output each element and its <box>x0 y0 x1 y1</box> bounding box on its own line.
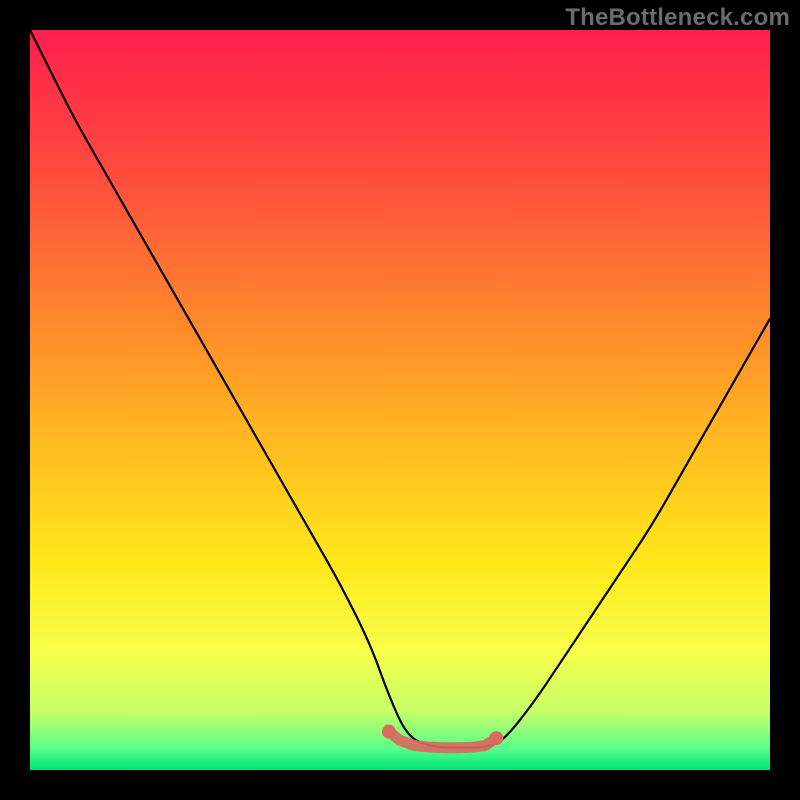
chart-svg <box>30 30 770 770</box>
plot-area <box>30 30 770 770</box>
gradient-background <box>30 30 770 770</box>
watermark-text: TheBottleneck.com <box>565 4 790 32</box>
chart-frame: TheBottleneck.com <box>0 0 800 800</box>
valley-highlight-endpoint <box>489 731 503 745</box>
valley-highlight-endpoint <box>382 725 396 739</box>
